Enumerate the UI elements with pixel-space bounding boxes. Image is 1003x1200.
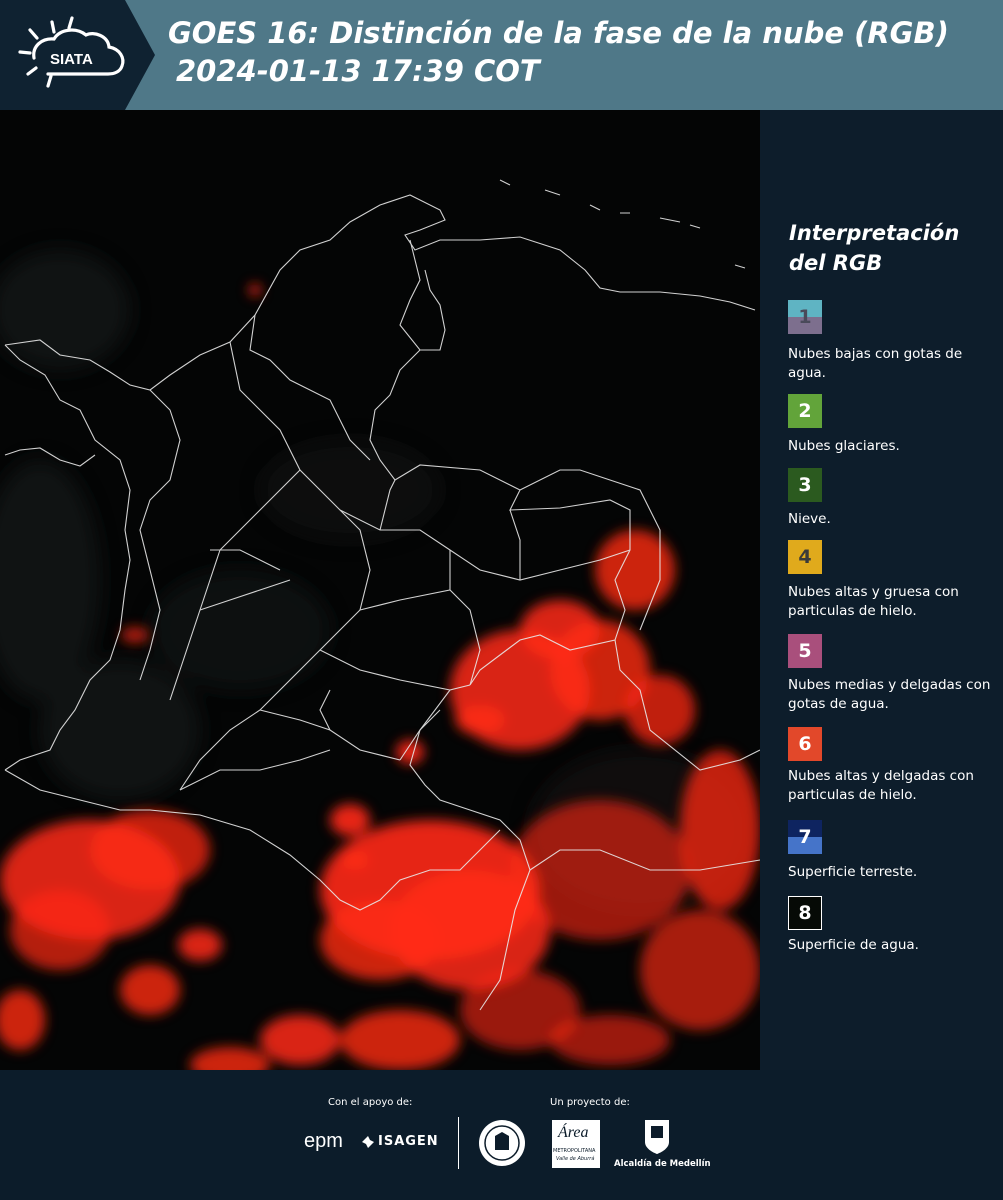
legend-panel: Interpretación del RGB 1 Nubes bajas con… xyxy=(760,110,1003,1070)
legend-title: Interpretación del RGB xyxy=(789,218,989,278)
footer: Con el apoyo de: Un proyecto de: epm ISA… xyxy=(0,1070,1003,1200)
legend-title-line2: del RGB xyxy=(789,251,883,275)
university-seal-icon xyxy=(479,1120,525,1166)
area-logo-line2: METROPOLITANA xyxy=(553,1148,596,1154)
legend-label-1: Nubes bajas con gotas de agua. xyxy=(788,346,963,381)
legend-label-5: Nubes medias y delgadas con gotas de agu… xyxy=(788,677,991,712)
area-logo-word: Área xyxy=(558,1124,589,1141)
legend-swatch-1: 1 xyxy=(788,300,822,334)
legend-label-4: Nubes altas y gruesa con particulas de h… xyxy=(788,584,959,619)
legend-label-8: Superficie de agua. xyxy=(788,937,919,953)
legend-title-line1: Interpretación xyxy=(789,221,960,245)
legend-swatch-4: 4 xyxy=(788,540,822,574)
page-subtitle: 2024-01-13 17:39 COT xyxy=(176,54,540,88)
legend-swatch-3: 3 xyxy=(788,468,822,502)
logo-text: SIATA xyxy=(50,51,93,68)
legend-swatch-2: 2 xyxy=(788,394,822,428)
isagen-icon xyxy=(362,1136,374,1148)
legend-label-7: Superficie terreste. xyxy=(788,864,918,880)
legend-label-2: Nubes glaciares. xyxy=(788,438,900,454)
legend-swatch-7: 7 xyxy=(788,820,822,854)
legend-label-6: Nubes altas y delgadas con particulas de… xyxy=(788,768,974,803)
legend-swatch-6: 6 xyxy=(788,727,822,761)
isagen-logo: ISAGEN xyxy=(378,1134,439,1149)
satellite-image xyxy=(0,110,760,1070)
legend-swatch-8: 8 xyxy=(788,896,822,930)
area-logo-line3: Valle de Aburrá xyxy=(556,1156,595,1162)
legend-label-3: Nieve. xyxy=(788,511,831,527)
page-title: GOES 16: Distinción de la fase de la nub… xyxy=(168,16,949,50)
alcaldia-label: Alcaldía de Medellín xyxy=(614,1159,711,1169)
satellite-map xyxy=(0,110,760,1070)
footer-divider xyxy=(458,1117,459,1169)
support-label: Con el apoyo de: xyxy=(328,1097,413,1108)
area-metropolitana-logo: Área METROPOLITANA Valle de Aburrá xyxy=(552,1120,600,1168)
project-label: Un proyecto de: xyxy=(550,1097,630,1108)
epm-logo: epm xyxy=(304,1130,343,1152)
header-bar: SIATA GOES 16: Distinción de la fase de … xyxy=(0,0,1003,110)
alcaldia-shield-icon xyxy=(645,1120,669,1154)
legend-swatch-5: 5 xyxy=(788,634,822,668)
siata-logo: SIATA xyxy=(18,16,125,88)
